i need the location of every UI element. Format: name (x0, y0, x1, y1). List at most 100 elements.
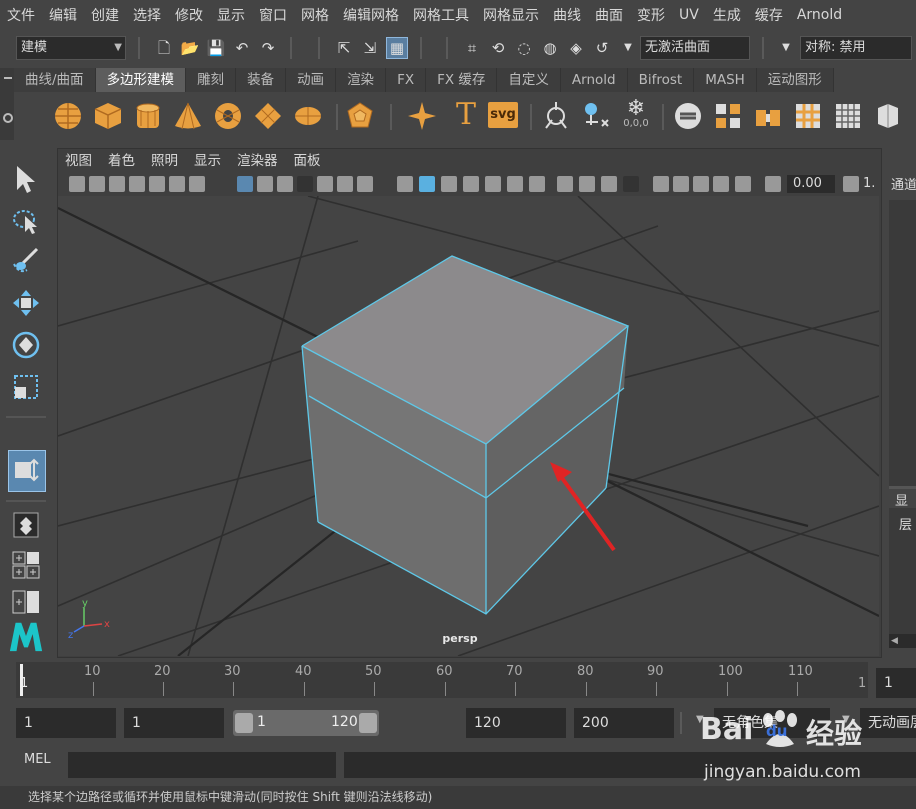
snap-point-icon[interactable]: ◌ (514, 38, 534, 58)
bevel-icon[interactable] (752, 100, 784, 132)
scale-tool-button[interactable] (8, 370, 44, 404)
select-by-object-icon[interactable]: ⇲ (360, 38, 380, 58)
time-slider[interactable]: 1 10 20 30 40 50 60 70 80 90 100 110 1 (16, 662, 868, 698)
exposure-reset-icon[interactable] (735, 176, 751, 192)
viewport-menu-show[interactable]: 显示 (186, 150, 229, 172)
gamma-icon[interactable] (843, 176, 859, 192)
scroll-left-icon[interactable]: ◀ (891, 636, 898, 646)
menu-edit-mesh[interactable]: 编辑网格 (336, 5, 406, 25)
grid-icon[interactable] (237, 176, 253, 192)
platonic-icon[interactable] (344, 100, 376, 132)
shelf-settings-icon[interactable] (3, 113, 13, 123)
paint-select-tool-button[interactable] (8, 244, 44, 278)
cone-icon[interactable] (172, 100, 204, 132)
select-by-hierarchy-icon[interactable]: ⇱ (334, 38, 354, 58)
animation-start-field[interactable]: 1 (16, 708, 116, 738)
textured-icon[interactable] (463, 176, 479, 192)
combine-icon[interactable] (540, 100, 572, 132)
select-camera-icon[interactable] (69, 176, 85, 192)
menu-surfaces[interactable]: 曲面 (588, 5, 630, 25)
exposure-icon[interactable] (713, 176, 729, 192)
display-layer-tab[interactable]: 显 (895, 490, 908, 509)
chevron-down-icon[interactable]: ▼ (776, 38, 796, 58)
viewport-scene[interactable]: y x z (58, 196, 879, 656)
xray-icon[interactable] (623, 176, 639, 192)
sphere-icon[interactable] (52, 100, 84, 132)
tab-motion-graphics[interactable]: 运动图形 (756, 68, 834, 92)
command-language-label[interactable]: MEL (24, 752, 51, 767)
menu-create[interactable]: 创建 (84, 5, 126, 25)
shelf-menu-icon[interactable] (4, 77, 12, 79)
xray-joints-icon[interactable] (653, 176, 669, 192)
menu-cache[interactable]: 缓存 (748, 5, 790, 25)
ambient-occlusion-icon[interactable] (529, 176, 545, 192)
save-scene-icon[interactable]: 💾 (206, 38, 226, 58)
lasso-tool-button[interactable] (8, 204, 44, 238)
tab-rigging[interactable]: 装备 (236, 68, 287, 92)
resolution-gate-icon[interactable] (277, 176, 293, 192)
cube-icon[interactable] (92, 100, 124, 132)
tab-poly-modeling[interactable]: 多边形建模 (95, 68, 187, 92)
bool-icon[interactable] (872, 100, 904, 132)
chevron-down-icon[interactable]: ▼ (618, 38, 638, 58)
move-tool-button[interactable] (8, 286, 44, 320)
grid-toggle-icon[interactable] (189, 176, 205, 192)
undo-icon[interactable]: ↶ (232, 38, 252, 58)
use-all-lights-icon[interactable] (485, 176, 501, 192)
exposure-field[interactable]: 0.00 (787, 175, 835, 193)
menu-uv[interactable]: UV (672, 7, 706, 23)
bridge-icon[interactable] (712, 100, 744, 132)
extrude-icon[interactable] (672, 100, 704, 132)
svg-icon[interactable]: svg (488, 102, 518, 128)
menu-window[interactable]: 窗口 (252, 5, 294, 25)
disc-icon[interactable] (292, 100, 324, 132)
smooth-shade-icon[interactable] (419, 176, 435, 192)
menu-arnold[interactable]: Arnold (790, 7, 849, 23)
open-scene-icon[interactable]: 📂 (180, 38, 200, 58)
tab-curves-surfaces[interactable]: 曲线/曲面 (14, 68, 96, 92)
tab-sculpting[interactable]: 雕刻 (186, 68, 237, 92)
xray-active-icon[interactable] (673, 176, 689, 192)
2d-pan-zoom-icon[interactable] (149, 176, 165, 192)
menu-curves[interactable]: 曲线 (546, 5, 588, 25)
new-scene-icon[interactable]: 🗋 (154, 38, 174, 58)
antialias-icon[interactable] (557, 176, 573, 192)
exposure-value-icon[interactable] (765, 176, 781, 192)
wireframe-icon[interactable] (397, 176, 413, 192)
viewport-menu-renderer[interactable]: 渲染器 (229, 150, 286, 172)
select-by-component-icon[interactable]: ▦ (386, 37, 408, 59)
symmetry-dropdown[interactable]: 对称: 禁用 (800, 36, 912, 60)
gate-mask-icon[interactable] (297, 176, 313, 192)
grease-pencil-icon[interactable] (169, 176, 185, 192)
command-input[interactable] (68, 752, 336, 778)
channel-box-tab[interactable]: 通道 (891, 174, 916, 193)
fill-hole-icon[interactable] (792, 100, 824, 132)
live-surface-field[interactable]: 无激活曲面 (640, 36, 750, 60)
tab-mash[interactable]: MASH (694, 68, 757, 92)
viewport-menu-view[interactable]: 视图 (57, 150, 100, 172)
select-tool-button[interactable] (8, 162, 44, 196)
smooth-icon[interactable]: ❄ 0,0,0 (620, 98, 652, 132)
menu-file[interactable]: 文件 (0, 5, 42, 25)
menu-deform[interactable]: 变形 (630, 5, 672, 25)
current-frame-field[interactable]: 1 (876, 668, 916, 698)
horizontal-scrollbar[interactable]: ◀ (889, 634, 916, 648)
safe-title-icon[interactable] (357, 176, 373, 192)
film-gate-icon[interactable] (257, 176, 273, 192)
menu-set-dropdown[interactable]: 建模 ▼ (16, 36, 126, 60)
wireframe-on-shaded-icon[interactable] (441, 176, 457, 192)
menu-display[interactable]: 显示 (210, 5, 252, 25)
tab-custom[interactable]: 自定义 (497, 68, 561, 92)
tab-arnold[interactable]: Arnold (560, 68, 628, 92)
redo-icon[interactable]: ↷ (258, 38, 278, 58)
tab-animation[interactable]: 动画 (286, 68, 337, 92)
tab-rendering[interactable]: 渲染 (336, 68, 387, 92)
multi-cut-icon[interactable] (832, 100, 864, 132)
snap-live-icon[interactable]: ◈ (566, 38, 586, 58)
safe-action-icon[interactable] (337, 176, 353, 192)
four-view-layout-button[interactable] (8, 550, 44, 580)
camera-attributes-icon[interactable] (89, 176, 105, 192)
plane-icon[interactable] (252, 100, 284, 132)
shadows-icon[interactable] (507, 176, 523, 192)
snap-view-plane-icon[interactable]: ◍ (540, 38, 560, 58)
